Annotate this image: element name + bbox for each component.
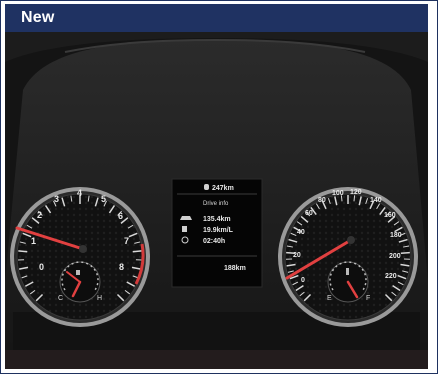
fuel-drop-icon bbox=[204, 184, 209, 190]
speed-label: 180 bbox=[390, 232, 402, 239]
fuel-pump-icon bbox=[76, 270, 80, 275]
dial-tick bbox=[132, 250, 142, 253]
tach-label: 2 bbox=[37, 210, 42, 220]
speed-label: 100 bbox=[332, 190, 344, 197]
speed-label: 80 bbox=[318, 197, 326, 204]
fuel-high-label: F bbox=[366, 295, 370, 302]
dial-tick bbox=[18, 250, 28, 253]
temp-low-label: C bbox=[58, 295, 63, 302]
time-value: 02:40h bbox=[203, 238, 225, 245]
range-value: 247km bbox=[212, 185, 234, 192]
dial-tick bbox=[353, 195, 356, 202]
tachometer: 0 1 2 3 4 5 6 7 8 C H bbox=[10, 187, 150, 327]
tach-label: 6 bbox=[118, 211, 123, 221]
instrument-cluster-photo: 0 1 2 3 4 5 6 7 8 C H 247km Drive info 1… bbox=[5, 32, 428, 369]
card-title: New bbox=[21, 9, 55, 26]
speed-label: 60 bbox=[305, 210, 313, 217]
tach-label: 4 bbox=[77, 188, 82, 198]
speedometer: 0 20 40 60 80 100 120 140 160 180 200 22… bbox=[278, 187, 418, 327]
speed-label: 40 bbox=[297, 229, 305, 236]
distance-value: 135.4km bbox=[203, 216, 231, 223]
tach-label: 1 bbox=[31, 236, 36, 246]
title-bar: New bbox=[5, 4, 428, 32]
tach-label: 5 bbox=[101, 194, 106, 204]
speed-label: 220 bbox=[385, 273, 397, 280]
odometer-value: 188km bbox=[224, 265, 246, 272]
drive-info-heading: Drive info bbox=[203, 201, 229, 207]
fuel-economy-icon bbox=[182, 226, 187, 232]
center-display: 247km Drive info 135.4km 19.9km/L 02:40h… bbox=[171, 178, 263, 288]
speed-label: 120 bbox=[350, 189, 362, 196]
tach-label: 7 bbox=[124, 236, 129, 246]
dial-tick bbox=[400, 251, 410, 254]
speed-label: 200 bbox=[389, 253, 401, 260]
speed-label: 160 bbox=[384, 212, 396, 219]
tach-label: 0 bbox=[39, 262, 44, 272]
comparison-card: New 0 1 2 3 4 5 6 7 8 C H 247km Drive in… bbox=[0, 0, 438, 374]
speed-label: 20 bbox=[293, 252, 301, 259]
tach-label: 8 bbox=[119, 262, 124, 272]
speed-label: 0 bbox=[301, 277, 305, 284]
temp-high-label: H bbox=[97, 295, 102, 302]
road-icon bbox=[180, 216, 192, 220]
thermometer-icon bbox=[346, 268, 349, 275]
economy-value: 19.9km/L bbox=[203, 227, 234, 234]
speed-label: 140 bbox=[370, 197, 382, 204]
tach-label: 3 bbox=[54, 194, 59, 204]
fuel-low-label: E bbox=[327, 295, 332, 302]
